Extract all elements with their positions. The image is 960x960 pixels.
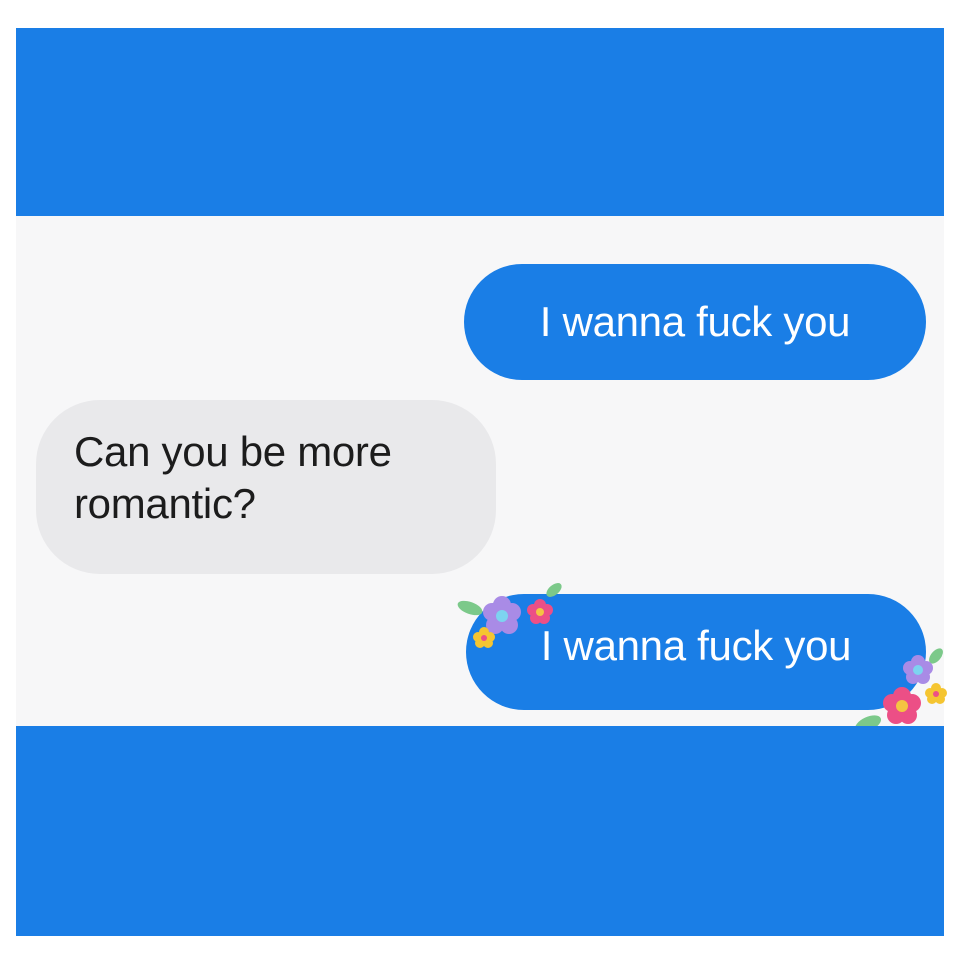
flower-cluster-icon <box>854 648 947 733</box>
outgoing-message-bubble[interactable]: I wanna fuck you <box>464 264 926 380</box>
bottom-blue-band <box>16 726 944 936</box>
meme-frame: I wanna fuck you Can you be more romanti… <box>16 28 947 936</box>
chat-thread: I wanna fuck you Can you be more romanti… <box>16 216 947 733</box>
incoming-message-bubble[interactable]: Can you be more romantic? <box>36 400 496 574</box>
flower-cluster-icon <box>457 583 562 648</box>
top-blue-band <box>16 28 944 216</box>
